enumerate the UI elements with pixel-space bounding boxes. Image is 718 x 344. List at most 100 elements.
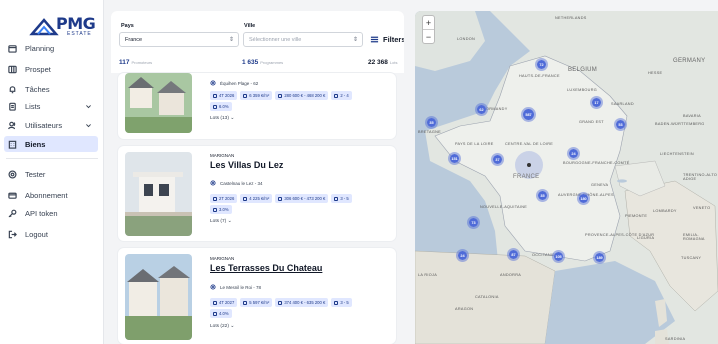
zoom-controls: + − — [422, 15, 435, 44]
nav-label: Planning — [25, 43, 55, 53]
zoom-out-button[interactable]: − — [423, 30, 434, 44]
nav-logout[interactable]: Logout — [4, 226, 98, 242]
map-label: VENETO — [693, 206, 711, 210]
program-title[interactable]: Les Villas Du Lez — [210, 160, 283, 170]
map-label: LIECHTENSTEIN — [660, 152, 694, 156]
map-label: GENEVA — [591, 183, 609, 187]
map-label: LUXEMBOURG — [567, 88, 598, 92]
nav-prospect[interactable]: Prospet — [4, 61, 98, 77]
rooms-badge: 3 - 5 — [331, 298, 352, 307]
rooms-badge: 2 - 4 — [331, 91, 352, 100]
country-select[interactable]: France ⇕ — [119, 32, 239, 47]
map-cluster[interactable]: 24 — [456, 249, 469, 262]
program-card[interactable]: MARIGNAN Les Terrasses Du Chateau Le Mes… — [118, 248, 396, 344]
nav-planning[interactable]: Planning — [4, 40, 98, 56]
delivery-badge: 4T 2026 — [210, 91, 238, 100]
price-range-badge: 280 600 € - 468 200 € — [275, 91, 329, 100]
map-pin-icon — [210, 180, 216, 186]
map-label: BADEN-WÜRTTEMBERG — [655, 122, 705, 126]
nav-tasks[interactable]: Tâches — [4, 81, 98, 97]
nav-label: Abonnement — [25, 190, 68, 200]
map-pin-icon — [210, 80, 216, 86]
map-cluster[interactable]: 35 — [425, 116, 438, 129]
map-label: ANDORRA — [500, 273, 522, 277]
nav-api-token[interactable]: API token — [4, 205, 98, 221]
program-card[interactable]: Équihen Plage - 62 4T 2026 6 359 €/m² 28… — [118, 73, 396, 139]
price-range-badge: 306 600 € - 473 200 € — [275, 194, 329, 203]
price-m2-badge: 6 359 €/m² — [240, 91, 273, 100]
map-label: BELGIUM — [568, 67, 598, 73]
map-pin-icon — [210, 284, 216, 290]
program-badges-2: 3.0% — [210, 205, 232, 214]
columns-icon — [8, 65, 17, 73]
sidebar-divider — [6, 158, 98, 159]
map-label: CENTRE-VAL DE LOIRE — [505, 142, 554, 146]
building-icon — [8, 140, 17, 149]
logout-icon — [8, 230, 17, 238]
program-location: Castelnau le Lez - 34 — [210, 180, 263, 186]
map-label: NETHERLANDS — [555, 16, 587, 20]
map-label: HAUTS-DE-FRANCE — [519, 74, 560, 78]
rooms-badge: 3 - 5 — [331, 194, 352, 203]
program-badges: 2T 2026 4 225 €/m² 306 600 € - 473 200 €… — [210, 194, 352, 203]
clipboard-icon — [9, 102, 16, 111]
map-label: BRETAGNE — [418, 130, 442, 134]
map-cluster[interactable]: 17 — [590, 96, 603, 109]
program-promoter: MARIGNAN — [210, 256, 235, 261]
lots-toggle[interactable]: Lots (7) ⌄ — [210, 219, 232, 224]
lots-toggle[interactable]: Lots (22) ⌄ — [210, 324, 234, 329]
price-m2-badge: 4 225 €/m² — [240, 194, 273, 203]
users-icon — [8, 121, 16, 129]
map-cluster[interactable]: 24 — [567, 147, 580, 160]
nav-label: Lists — [25, 101, 41, 111]
program-title[interactable]: Les Terrasses Du Chateau — [210, 263, 322, 273]
select-arrows-icon: ⇕ — [228, 37, 234, 43]
map-cluster[interactable]: 73 — [467, 216, 480, 229]
map-cluster[interactable]: 87 — [507, 248, 520, 261]
select-arrows-icon: ⇕ — [352, 37, 358, 43]
map-label: TUSCANY — [681, 256, 702, 260]
city-select[interactable]: Sélectionner une ville ⇕ — [243, 32, 363, 47]
map-cluster[interactable]: 72 — [535, 58, 548, 71]
map-cluster[interactable]: 151 — [448, 152, 461, 165]
chevron-down-icon — [86, 104, 91, 108]
map-label: ARAGON — [455, 307, 474, 311]
program-card[interactable]: MARIGNAN Les Villas Du Lez Castelnau le … — [118, 146, 396, 241]
calendar-icon — [8, 44, 17, 53]
key-icon — [8, 209, 17, 217]
program-badges: 4T 2027 5 597 €/m² 374 400 € - 635 200 €… — [210, 298, 352, 307]
map-cluster[interactable]: 53 — [614, 118, 627, 131]
nav-subscription[interactable]: Abonnement — [4, 187, 98, 203]
chevron-down-icon: ⌄ — [227, 219, 232, 224]
nav-users[interactable]: Utilisateurs — [4, 117, 98, 133]
nav-label: API token — [25, 208, 58, 218]
map-cluster[interactable]: 35 — [536, 189, 549, 202]
nav-tester[interactable]: Tester — [4, 166, 98, 182]
map-cluster[interactable]: 105 — [552, 250, 565, 263]
results-panel: Pays France ⇕ Ville Sélectionner une vill… — [111, 11, 404, 344]
nav-lists[interactable]: Lists — [4, 98, 98, 114]
stat-lots: 22 368 Lots — [368, 59, 398, 66]
map-label: SAARLAND — [611, 102, 634, 106]
map-label: TRENTINO-ALTO ADIGE — [683, 173, 718, 181]
map-cluster[interactable]: 180 — [577, 192, 590, 205]
map-cluster[interactable]: 62 — [475, 103, 488, 116]
map-cluster[interactable]: 587 — [521, 107, 536, 122]
map-cluster[interactable]: 189 — [593, 251, 606, 264]
map-view[interactable]: + − LONDON NETHERLANDS BELGIUM GERMANY H… — [415, 11, 718, 344]
rate-badge: 6.0% — [210, 102, 232, 111]
map-label: LOMBARDY — [653, 209, 677, 213]
map-cluster[interactable]: 37 — [491, 153, 504, 166]
map-label: PIEMONTE — [625, 214, 648, 218]
lots-toggle[interactable]: Lots (13) ⌄ — [210, 116, 234, 121]
price-m2-badge: 5 597 €/m² — [240, 298, 273, 307]
program-promoter: MARIGNAN — [210, 153, 235, 158]
nav-label: Logout — [25, 229, 48, 239]
zoom-in-button[interactable]: + — [423, 16, 434, 30]
nav-biens[interactable]: Biens — [4, 136, 98, 152]
filters-button[interactable]: Filters — [370, 35, 404, 44]
program-badges-2: 4.0% — [210, 309, 232, 318]
credit-card-icon — [8, 192, 17, 199]
program-badges-2: 6.0% — [210, 102, 232, 111]
map-label: BAVARIA — [683, 114, 701, 118]
